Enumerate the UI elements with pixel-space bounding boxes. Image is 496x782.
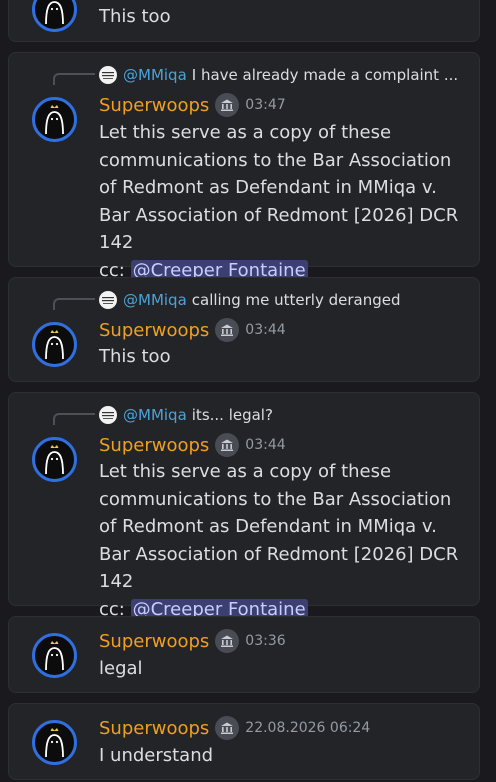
author-name[interactable]: Superwoops <box>99 435 209 456</box>
ghost-avatar-icon <box>45 641 64 671</box>
message-card[interactable]: Superwoops 22.08.2026 06:24 I understand <box>8 703 480 780</box>
reply-preview[interactable]: @MMiqa I have already made a complaint .… <box>99 65 458 85</box>
role-badge[interactable] <box>215 318 240 342</box>
message-card[interactable]: @MMiqa calling me utterly deranged Super… <box>8 277 480 382</box>
reply-avatar <box>99 66 117 84</box>
message-text: Let this serve as a copy of these commun… <box>99 119 469 284</box>
reply-avatar <box>99 406 117 424</box>
timestamp[interactable]: 03:47 <box>245 97 285 113</box>
ghost-avatar-icon <box>45 105 64 135</box>
message-text: This too <box>99 6 171 27</box>
bank-building-icon <box>221 99 234 111</box>
reply-author[interactable]: @MMiqa <box>123 66 187 84</box>
message-content: Let this serve as a copy of these commun… <box>99 122 459 253</box>
bank-building-icon <box>221 439 234 451</box>
reply-connector <box>53 298 95 310</box>
message-card[interactable]: This too <box>8 0 480 42</box>
message-content: Let this serve as a copy of these commun… <box>99 461 459 592</box>
avatar[interactable] <box>32 720 77 765</box>
reply-preview[interactable]: @MMiqa its... legal? <box>99 405 273 425</box>
reply-connector <box>53 413 95 425</box>
message-text: This too <box>99 346 171 367</box>
message-card[interactable]: @MMiqa its... legal? Superwoops 03:44 Le… <box>8 392 480 620</box>
role-badge[interactable] <box>215 433 240 457</box>
reply-text: its... legal? <box>191 406 273 424</box>
mini-avatar-icon <box>102 72 114 79</box>
mini-avatar-icon <box>102 297 114 304</box>
message-text: legal <box>99 658 143 679</box>
message-header: Superwoops 22.08.2026 06:24 <box>99 716 370 740</box>
timestamp[interactable]: 03:44 <box>245 322 285 338</box>
message-header: Superwoops 03:47 <box>99 93 286 117</box>
role-badge[interactable] <box>215 93 240 117</box>
role-badge[interactable] <box>215 716 240 740</box>
mini-avatar-icon <box>102 412 114 419</box>
message-header: Superwoops 03:44 <box>99 433 286 457</box>
avatar[interactable] <box>32 97 77 142</box>
bank-building-icon <box>221 722 234 734</box>
avatar[interactable] <box>32 0 77 32</box>
avatar[interactable] <box>32 322 77 367</box>
message-text: Let this serve as a copy of these commun… <box>99 458 469 623</box>
reply-avatar <box>99 291 117 309</box>
reply-connector <box>53 73 95 85</box>
reply-preview[interactable]: @MMiqa calling me utterly deranged <box>99 290 400 310</box>
reply-text: calling me utterly deranged <box>191 291 401 309</box>
reply-text: I have already made a complaint ... <box>191 66 459 84</box>
timestamp[interactable]: 03:44 <box>245 437 285 453</box>
role-badge[interactable] <box>215 629 240 653</box>
ghost-avatar-icon <box>45 445 64 475</box>
message-text: I understand <box>99 745 214 766</box>
author-name[interactable]: Superwoops <box>99 320 209 341</box>
bank-building-icon <box>221 635 234 647</box>
avatar[interactable] <box>32 437 77 482</box>
reply-author[interactable]: @MMiqa <box>123 406 187 424</box>
message-card[interactable]: Superwoops 03:36 legal <box>8 616 480 693</box>
author-name[interactable]: Superwoops <box>99 718 209 739</box>
message-header: Superwoops 03:44 <box>99 318 286 342</box>
reply-author[interactable]: @MMiqa <box>123 291 187 309</box>
timestamp[interactable]: 22.08.2026 06:24 <box>245 720 370 736</box>
message-card[interactable]: @MMiqa I have already made a complaint .… <box>8 52 480 281</box>
timestamp[interactable]: 03:36 <box>245 633 285 649</box>
ghost-avatar-icon <box>45 330 64 360</box>
avatar[interactable] <box>32 633 77 678</box>
ghost-avatar-icon <box>45 1 64 25</box>
author-name[interactable]: Superwoops <box>99 95 209 116</box>
message-header: Superwoops 03:36 <box>99 629 286 653</box>
bank-building-icon <box>221 324 234 336</box>
ghost-avatar-icon <box>45 728 64 758</box>
author-name[interactable]: Superwoops <box>99 631 209 652</box>
